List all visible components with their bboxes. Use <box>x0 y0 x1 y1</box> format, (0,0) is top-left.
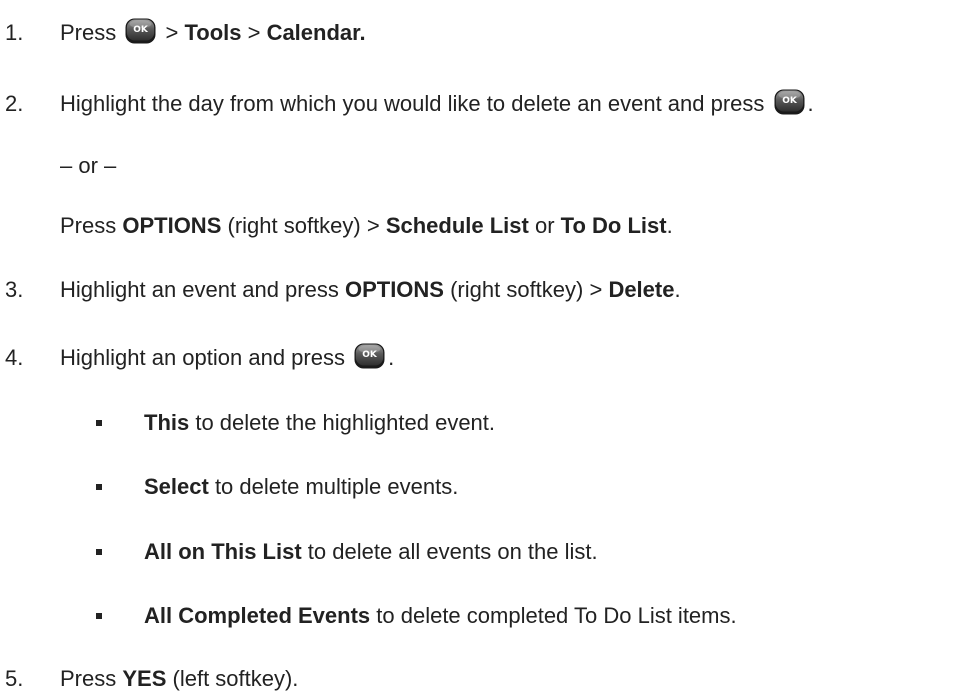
svg-text:OK: OK <box>134 25 150 35</box>
options-label: OPTIONS <box>344 277 444 302</box>
step-number: 5. <box>5 666 24 691</box>
tools-label: Tools <box>184 20 242 45</box>
schedule-list-label: Schedule List <box>385 213 529 238</box>
bullet-icon <box>96 420 102 426</box>
ok-key-icon: OK <box>125 18 156 44</box>
or-separator: – or – <box>60 153 117 178</box>
bullet-icon <box>96 549 102 555</box>
options-label: OPTIONS <box>122 213 222 238</box>
step-number: 1. <box>5 20 24 45</box>
step-number: 4. <box>5 345 24 370</box>
todo-list-label: To Do List <box>560 213 667 238</box>
step-number: 2. <box>5 91 24 116</box>
ok-key-icon: OK <box>774 89 805 115</box>
step-number: 3. <box>5 277 24 302</box>
svg-text:OK: OK <box>782 96 798 106</box>
step-text: Press OK > Tools > Calendar. <box>60 18 366 45</box>
step-text: Highlight the day from which you would l… <box>60 89 814 116</box>
step-press-word: Press <box>60 20 117 45</box>
delete-label: Delete <box>608 277 675 302</box>
svg-text:OK: OK <box>362 350 378 360</box>
ok-key-icon: OK <box>354 343 385 369</box>
bullet-icon <box>96 484 102 490</box>
bullet-icon <box>96 613 102 619</box>
step-text: Highlight an option and press OK. <box>60 343 395 370</box>
yes-label: YES <box>122 666 167 691</box>
calendar-label: Calendar. <box>266 20 366 45</box>
